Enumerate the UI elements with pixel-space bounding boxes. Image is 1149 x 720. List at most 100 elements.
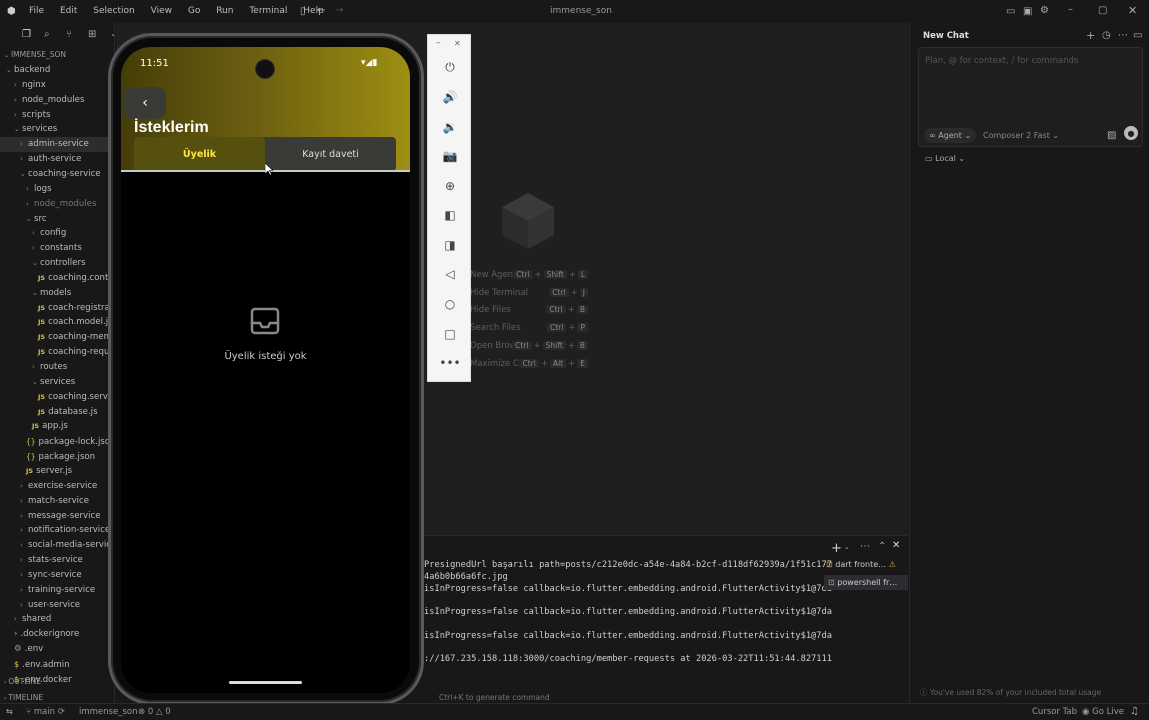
tree-item[interactable]: › .dockerignore bbox=[0, 627, 114, 642]
tree-item[interactable]: JS server.js bbox=[0, 464, 114, 479]
search-icon[interactable]: ⌕ bbox=[44, 29, 50, 40]
go-live-button[interactable]: ◉ Go Live bbox=[1082, 707, 1124, 717]
tree-item[interactable]: › logs bbox=[0, 182, 114, 197]
terminal-dropdown-icon[interactable]: ⌄ bbox=[844, 543, 850, 551]
timeline-section[interactable]: › TIMELINE bbox=[4, 693, 114, 702]
tree-item[interactable]: ⚙ .env bbox=[0, 642, 114, 657]
tree-item[interactable]: › notification-service bbox=[0, 523, 114, 538]
tree-item[interactable]: › social-media-servic bbox=[0, 538, 114, 553]
tree-item[interactable]: ⌄ services bbox=[0, 375, 114, 390]
menu-view[interactable]: View bbox=[151, 6, 172, 16]
tree-item[interactable]: JS coaching.contr bbox=[0, 271, 114, 286]
tree-item[interactable]: JS database.js bbox=[0, 405, 114, 420]
image-icon[interactable]: ▨ bbox=[1107, 130, 1116, 141]
tree-item[interactable]: › constants bbox=[0, 241, 114, 256]
tree-item[interactable]: › shared bbox=[0, 612, 114, 627]
tree-item[interactable]: › admin-service bbox=[0, 137, 114, 153]
rotate-right-button[interactable]: ◨ bbox=[428, 234, 472, 256]
terminal-tab-dart[interactable]: ⊡ dart fronte… ⚠ bbox=[826, 560, 908, 575]
chevron-down-icon[interactable]: ⌄ bbox=[110, 29, 114, 38]
menu-go[interactable]: Go bbox=[188, 6, 200, 16]
toggle-panel-icon[interactable]: ▭ bbox=[1133, 30, 1142, 41]
tree-item[interactable]: ⌄ models bbox=[0, 286, 114, 301]
maximize-panel-icon[interactable]: ⌃ bbox=[878, 541, 886, 552]
tree-item[interactable]: JS app.js bbox=[0, 419, 114, 434]
tree-item[interactable]: ⌄ coaching-service bbox=[0, 167, 114, 182]
zoom-button[interactable]: ⊕ bbox=[428, 175, 472, 197]
agent-mode-select[interactable]: ∞ Agent ⌄ bbox=[924, 128, 977, 143]
environment-select[interactable]: ▭ Local ⌄ bbox=[925, 154, 965, 163]
volume-up-button[interactable]: 🔊 bbox=[428, 86, 472, 108]
terminal-tab-powershell[interactable]: ⊡ powershell fr… bbox=[824, 575, 908, 590]
tree-item[interactable]: {} package.json bbox=[0, 449, 114, 464]
menu-file[interactable]: File bbox=[29, 6, 44, 16]
menu-edit[interactable]: Edit bbox=[60, 6, 77, 16]
tree-item[interactable]: ⌄ src bbox=[0, 212, 114, 227]
minimize-icon[interactable]: – bbox=[436, 38, 441, 48]
more-button[interactable]: ••• bbox=[428, 352, 472, 374]
mic-button[interactable]: ● bbox=[1124, 126, 1138, 140]
chat-input-placeholder[interactable]: Plan, @ for context, / for commands bbox=[925, 56, 1078, 66]
tree-item[interactable]: ⌄ controllers bbox=[0, 256, 114, 271]
maximize-icon[interactable]: ▢ bbox=[1098, 5, 1107, 16]
branch-indicator[interactable]: ⑂ main ⟳ bbox=[26, 707, 65, 717]
chat-input-box[interactable]: Plan, @ for context, / for commands ∞ Ag… bbox=[918, 47, 1143, 147]
tree-item[interactable]: JS coach.model.js bbox=[0, 315, 114, 330]
shortcut-label[interactable]: Hide Files bbox=[470, 305, 511, 315]
rotate-left-button[interactable]: ◧ bbox=[428, 204, 472, 226]
tree-item[interactable]: JS coach-registrat bbox=[0, 301, 114, 316]
tree-item[interactable]: $ .env.admin bbox=[0, 657, 114, 672]
back-button[interactable]: ‹ bbox=[124, 87, 166, 119]
close-panel-icon[interactable]: ✕ bbox=[892, 540, 900, 551]
new-terminal-icon[interactable]: + bbox=[831, 541, 842, 556]
cursor-tab-status[interactable]: Cursor Tab bbox=[1032, 707, 1077, 717]
files-icon[interactable]: ❐ bbox=[22, 29, 31, 40]
shortcut-label[interactable]: Hide Terminal bbox=[470, 288, 528, 298]
tree-item[interactable]: › training-service bbox=[0, 583, 114, 598]
project-name[interactable]: immense_son bbox=[79, 707, 137, 717]
tree-item[interactable]: › scripts bbox=[0, 108, 114, 123]
tree-item[interactable]: › node_modules bbox=[0, 197, 114, 212]
tree-item[interactable]: › config bbox=[0, 226, 114, 241]
tree-item[interactable]: {} package-lock.json bbox=[0, 434, 114, 449]
close-icon[interactable]: ✕ bbox=[454, 39, 461, 48]
tree-item[interactable]: › auth-service bbox=[0, 152, 114, 167]
more-actions-icon[interactable]: ⋯ bbox=[1118, 30, 1128, 41]
back-arrow-icon[interactable]: ← bbox=[317, 5, 325, 16]
home-button[interactable]: ○ bbox=[428, 293, 472, 315]
tree-item[interactable]: › routes bbox=[0, 360, 114, 375]
tab-uyelik[interactable]: Üyelik bbox=[134, 137, 265, 171]
shortcut-label[interactable]: Search Files bbox=[470, 323, 521, 333]
settings-gear-icon[interactable]: ⚙ bbox=[1040, 5, 1049, 16]
menu-selection[interactable]: Selection bbox=[93, 6, 134, 16]
tree-item[interactable]: JS coaching-mem bbox=[0, 330, 114, 345]
forward-arrow-icon[interactable]: → bbox=[335, 5, 343, 16]
history-icon[interactable]: ◷ bbox=[1102, 30, 1111, 41]
tree-item[interactable]: › user-service bbox=[0, 598, 114, 613]
tree-item[interactable]: JS coaching.servic bbox=[0, 390, 114, 405]
shortcut-label[interactable]: New Agent bbox=[470, 270, 516, 280]
minimize-icon[interactable]: – bbox=[1068, 4, 1073, 15]
tree-item[interactable]: JS coaching-reque bbox=[0, 345, 114, 360]
workspace-header[interactable]: ⌄ IMMENSE_SON bbox=[4, 50, 66, 59]
close-icon[interactable]: ✕ bbox=[1128, 4, 1137, 17]
tree-item[interactable]: › match-service bbox=[0, 494, 114, 509]
tree-item[interactable]: ⌄ services bbox=[0, 122, 114, 137]
panel-icon[interactable]: ▭ bbox=[1006, 6, 1015, 17]
tree-item[interactable]: › node_modules bbox=[0, 93, 114, 108]
tree-item[interactable]: › stats-service bbox=[0, 553, 114, 568]
chat-icon[interactable]: ▣ bbox=[1023, 6, 1032, 17]
volume-down-button[interactable]: 🔉 bbox=[428, 116, 472, 138]
source-control-icon[interactable]: ⑂ bbox=[66, 29, 72, 40]
tree-item[interactable]: › sync-service bbox=[0, 568, 114, 583]
gesture-bar[interactable] bbox=[229, 681, 302, 684]
overview-button[interactable]: □ bbox=[428, 323, 472, 345]
problems-indicator[interactable]: ⊗ 0 △ 0 bbox=[138, 707, 171, 717]
more-actions-icon[interactable]: ⋯ bbox=[860, 541, 870, 552]
chat-tab-title[interactable]: New Chat bbox=[923, 31, 969, 41]
new-chat-icon[interactable]: + bbox=[1086, 29, 1095, 42]
tab-kayit-daveti[interactable]: Kayıt daveti bbox=[265, 137, 396, 171]
extensions-icon[interactable]: ⊞ bbox=[88, 29, 96, 40]
screenshot-button[interactable]: 📷 bbox=[428, 145, 472, 167]
power-button[interactable]: ⏻ bbox=[428, 56, 472, 78]
